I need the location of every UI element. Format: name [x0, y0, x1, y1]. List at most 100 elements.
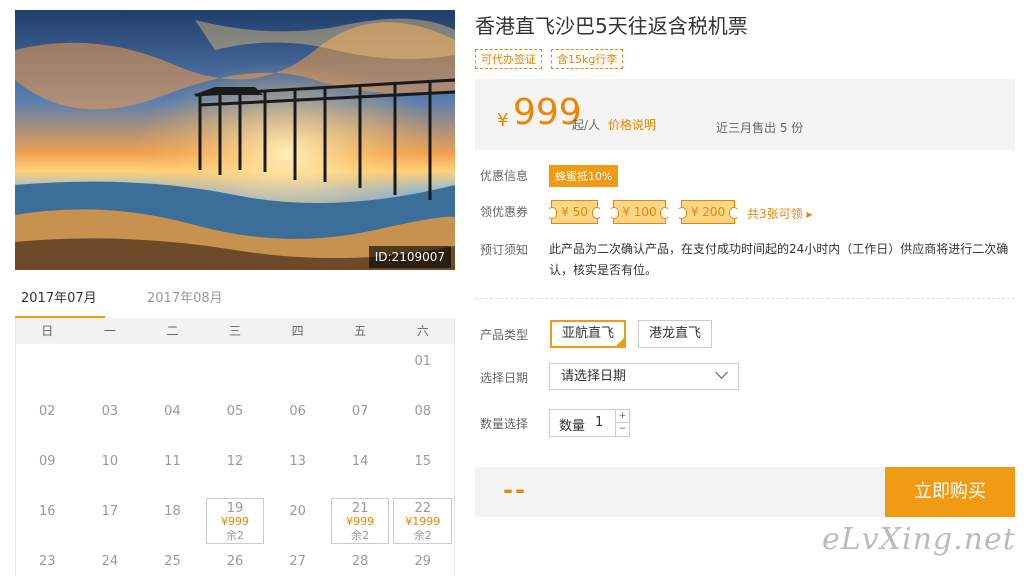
- currency-symbol: ¥: [497, 110, 509, 131]
- calendar-day-number: 15: [414, 454, 432, 469]
- calendar-day: 25: [141, 546, 204, 576]
- calendar-day[interactable]: 21 ¥999 余2: [329, 496, 392, 546]
- calendar-day-number: 14: [351, 454, 369, 469]
- calendar-day-number: 10: [101, 454, 119, 469]
- calendar-day-stock: 余2: [226, 529, 245, 542]
- tab-month-august[interactable]: 2017年08月: [147, 286, 237, 319]
- tab-month-july[interactable]: 2017年07月: [15, 286, 105, 319]
- quantity-stepper: 数量 1 + −: [549, 409, 630, 437]
- calendar-day-number: 12: [226, 454, 244, 469]
- quantity-inner-label: 数量: [559, 419, 586, 434]
- calendar-day-number: 21: [351, 501, 369, 516]
- calendar-day-number: 25: [164, 554, 181, 569]
- calendar-day: 20: [266, 496, 329, 546]
- calendar-day: 08: [391, 396, 454, 446]
- calendar-empty-cell: [266, 346, 329, 396]
- calendar-day-number: 07: [351, 404, 369, 419]
- quantity-value[interactable]: 1: [595, 415, 603, 430]
- calendar-day-number: 26: [226, 554, 244, 569]
- calendar-day: 23: [16, 546, 79, 576]
- quantity-minus-button[interactable]: −: [615, 423, 629, 436]
- calendar-day: 13: [266, 446, 329, 496]
- calendar-empty-cell: [79, 346, 142, 396]
- option-airasia-label: 亚航直飞: [562, 326, 615, 341]
- calendar-day-stock: 余2: [351, 529, 370, 542]
- notice-label: 预订须知: [480, 243, 529, 257]
- calendar-day-number: 17: [101, 504, 119, 519]
- buy-now-button[interactable]: 立即购买: [885, 467, 1015, 517]
- calendar-day-number: 06: [289, 404, 306, 419]
- coupon-100[interactable]: ¥ 100: [609, 200, 670, 224]
- calendar-day: 14: [329, 446, 392, 496]
- calendar-day-number: 22: [414, 501, 432, 516]
- calendar-day: 24: [79, 546, 142, 576]
- tag-luggage: 含15kg行李: [551, 49, 624, 69]
- calendar-weekday-header: 日一二三四五六: [16, 318, 454, 344]
- product-tags: 可代办签证 含15kg行李: [475, 49, 624, 69]
- calendar-week-row: 02 03 04 05 06 07 08: [16, 396, 454, 446]
- price-explanation-link[interactable]: 价格说明: [608, 116, 656, 133]
- calendar-day: 01: [391, 346, 454, 396]
- calendar-day: 12: [204, 446, 267, 496]
- coupon-more-link[interactable]: 共3张可领 ▸: [747, 205, 812, 222]
- option-dragonair-direct[interactable]: 港龙直飞: [638, 320, 713, 348]
- quantity-label: 数量选择: [480, 417, 529, 431]
- coupon-label: 领优惠券: [480, 205, 529, 219]
- weekday-label: 六: [416, 324, 429, 338]
- quantity-plus-button[interactable]: +: [615, 410, 629, 423]
- calendar-day-number: 09: [39, 454, 56, 469]
- product-photo: ID:2109007: [15, 10, 455, 270]
- calendar-day-number: 05: [226, 404, 244, 419]
- calendar-day: 06: [266, 396, 329, 446]
- tag-visa: 可代办签证: [475, 49, 542, 69]
- calendar-day-number: 08: [414, 404, 432, 419]
- product-title: 香港直飞沙巴5天往返含税机票: [475, 14, 748, 38]
- coupon-50[interactable]: ¥ 50: [547, 200, 602, 224]
- calendar-day-number: 18: [164, 504, 181, 519]
- price-unit: 起/人: [572, 118, 601, 132]
- calendar-day-number: 27: [289, 554, 306, 569]
- date-select-placeholder: 请选择日期: [561, 369, 627, 384]
- calendar-day: 11: [141, 446, 204, 496]
- calendar-day-number: 01: [414, 354, 432, 369]
- calendar-day-number: 03: [101, 404, 119, 419]
- calendar-day: 02: [16, 396, 79, 446]
- date-label: 选择日期: [480, 371, 529, 385]
- calendar-day-number: 28: [351, 554, 369, 569]
- calendar-day: 18: [141, 496, 204, 546]
- coupon-200[interactable]: ¥ 200: [677, 200, 739, 224]
- calendar-day: 05: [204, 396, 267, 446]
- calendar-day-number: 13: [289, 454, 306, 469]
- product-type-label: 产品类型: [480, 328, 529, 342]
- price-panel: ¥ 999 起/人 价格说明 近三月售出 5 份: [475, 79, 1015, 150]
- calendar-week-row: 09 10 11 12 13 14 15: [16, 446, 454, 496]
- calendar-day-number: 24: [101, 554, 119, 569]
- calendar-day[interactable]: 19 ¥999 余2: [204, 496, 267, 546]
- option-airasia-direct[interactable]: 亚航直飞 ✓: [550, 320, 627, 348]
- calendar-day: 03: [79, 396, 142, 446]
- calendar-day: 07: [329, 396, 392, 446]
- calendar-day-number: 20: [289, 504, 306, 519]
- calendar-day-number: 19: [226, 501, 244, 516]
- weekday-label: 四: [291, 324, 304, 338]
- calendar-week-row: 16 17 18 19 ¥999 余2 20 21 ¥999 余2 22 ¥1999 余2: [16, 496, 454, 546]
- sales-count: 近三月售出 5 份: [716, 121, 804, 135]
- calendar-empty-cell: [141, 346, 204, 396]
- calendar-day-number: 11: [164, 454, 181, 469]
- total-price: --: [503, 476, 527, 504]
- calendar-day: 27: [266, 546, 329, 576]
- purchase-bar: -- 立即购买: [475, 467, 1015, 517]
- site-watermark: eLvXing.net: [822, 522, 1016, 557]
- calendar-week-row: 01: [16, 346, 454, 396]
- chevron-down-icon: [715, 366, 728, 379]
- calendar-day: 16: [16, 496, 79, 546]
- calendar-day-number: 29: [414, 554, 432, 569]
- weekday-label: 三: [229, 324, 242, 338]
- promo-badge: 蜂蜜抵10%: [549, 165, 619, 187]
- date-select[interactable]: 请选择日期: [549, 363, 739, 390]
- calendar-day: 04: [141, 396, 204, 446]
- calendar-day: 28: [329, 546, 392, 576]
- weekday-label: 日: [41, 324, 54, 338]
- calendar-day: 17: [79, 496, 142, 546]
- calendar-day[interactable]: 22 ¥1999 余2: [391, 496, 454, 546]
